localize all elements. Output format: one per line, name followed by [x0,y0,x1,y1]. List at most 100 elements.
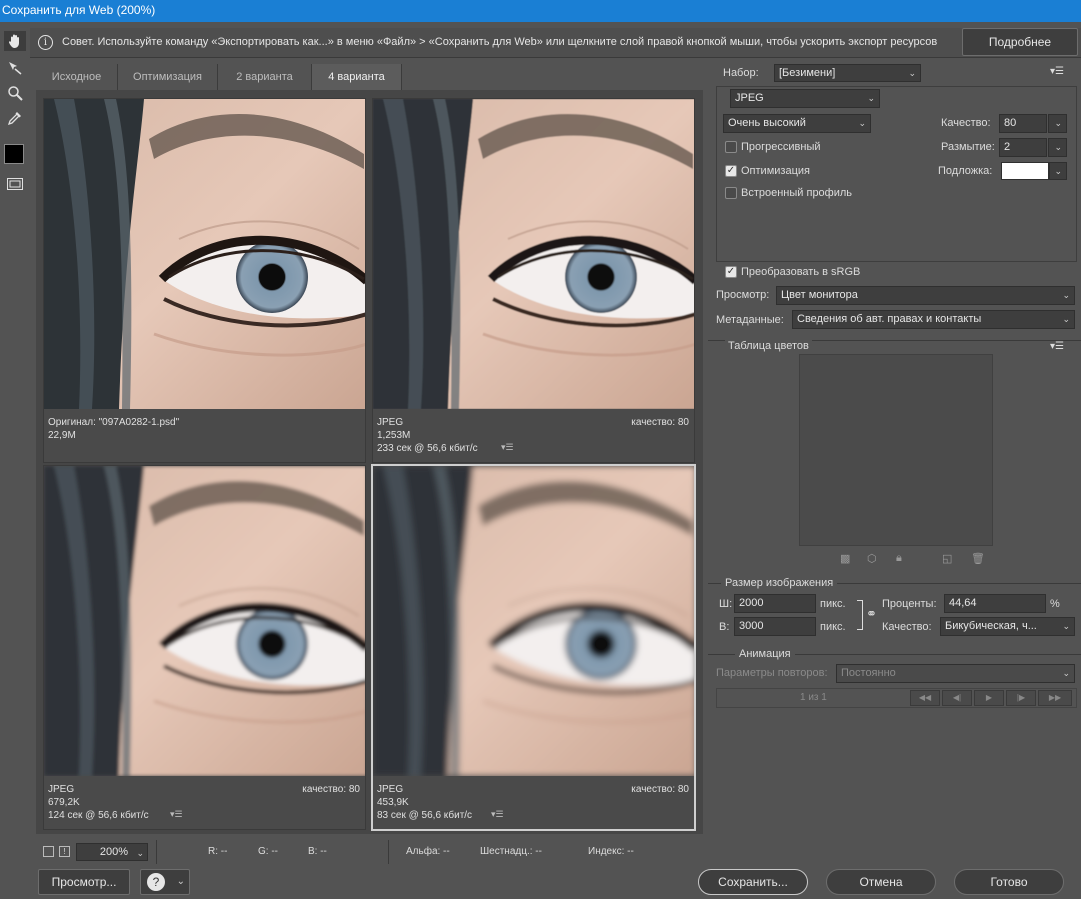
percent-unit: % [1050,598,1060,610]
progressive-checkbox[interactable] [725,141,737,153]
divider [388,840,389,864]
info-icon: i [38,35,53,50]
readout-r: R: -- [208,846,228,857]
matte-dropdown[interactable]: ⌄ [1049,162,1067,180]
first-frame-icon[interactable]: ◀◀ [910,690,940,706]
width-input[interactable]: 2000 [734,594,816,613]
metadata-select[interactable]: Сведения об авт. правах и контакты ⌄ [792,310,1075,329]
pane-info-line2: 1,253M [377,430,411,441]
play-icon[interactable]: ▶ [974,690,1004,706]
window-title: Сохранить для Web (200%) [0,0,1081,22]
view-tabs: Исходное Оптимизация 2 варианта 4 вариан… [36,64,703,90]
map-transparent-icon[interactable]: ▩ [840,552,850,565]
blur-input[interactable]: 2 [999,138,1047,157]
readout-index: Индекс: -- [588,846,634,857]
prev-frame-icon[interactable]: ◀| [942,690,972,706]
pane-quality: качество: 80 [631,417,689,428]
hand-icon[interactable] [4,31,26,51]
chevron-down-icon: ⌄ [1062,621,1070,631]
height-label: В: [719,621,730,633]
embed-profile-checkbox[interactable] [725,187,737,199]
percent-label: Проценты: [882,598,937,610]
more-info-button[interactable]: Подробнее [962,28,1078,56]
preview-image [44,466,365,776]
status-bar: ! 200% ⌄ R: -- G: -- B: -- Альфа: -- Шест… [36,840,703,864]
lock-icon[interactable]: 🔒︎ [896,552,902,565]
toggle-view-icon[interactable] [43,846,54,857]
pane-menu-icon[interactable]: ▾☰ [170,809,183,820]
blur-dropdown[interactable]: ⌄ [1048,138,1067,157]
slice-select-icon[interactable] [4,58,26,78]
link-icon[interactable]: ⚭ [866,606,877,622]
quality-level-select[interactable]: Очень высокий ⌄ [723,114,871,133]
color-table-menu-icon[interactable]: ▾☰ [1050,341,1064,352]
tab-original[interactable]: Исходное [36,64,118,90]
preview-label: Просмотр: [716,289,770,301]
pane-info-line2: 679,2K [48,797,80,808]
chevron-down-icon: ⌄ [1062,668,1070,678]
toggle-view-alt-icon[interactable]: ! [59,846,70,857]
settings-panel: Набор: [Безимени] ⌄ ▾☰ JPEG ⌄ Очень высоки… [708,58,1081,899]
preview-color-select[interactable]: Цвет монитора ⌄ [776,286,1075,305]
color-table-title: Таблица цветов [725,340,812,352]
pane-menu-icon[interactable]: ▾☰ [491,809,504,820]
chevron-down-icon: ⌄ [1054,166,1062,176]
preset-select[interactable]: [Безимени] ⌄ [774,64,921,82]
tip-text: Совет. Используйте команду «Экспортирова… [62,36,938,48]
loop-select[interactable]: Постоянно ⌄ [836,664,1075,683]
new-color-icon[interactable]: ◱ [942,552,952,565]
toggle-slices-icon[interactable] [4,174,26,194]
frame-counter: 1 из 1 [800,692,827,703]
height-input[interactable]: 3000 [734,617,816,636]
zoom-icon[interactable] [4,83,26,103]
zoom-value: 200% [99,846,129,858]
format-select[interactable]: JPEG ⌄ [730,89,880,108]
loop-label: Параметры повторов: [716,667,828,679]
preview-pane-4-selected[interactable]: JPEG качество: 80 453,9K 83 сек @ 56,6 к… [371,464,696,831]
width-label: Ш: [719,598,733,610]
web-snap-icon[interactable]: ⬡ [867,552,877,565]
pane-quality: качество: 80 [302,784,360,795]
tab-4up[interactable]: 4 варианта [312,64,402,90]
pane-info-line3: 233 сек @ 56,6 кбит/с [377,443,478,454]
preview-pane-3[interactable]: JPEG качество: 80 679,2K 124 сек @ 56,6 … [43,465,366,830]
browser-select-button[interactable]: ? ⌄ [140,869,190,895]
tip-bar: i Совет. Используйте команду «Экспортиро… [30,28,1081,58]
preview-pane-2[interactable]: JPEG качество: 80 1,253M 233 сек @ 56,6 … [372,98,695,463]
resample-quality-select[interactable]: Бикубическая, ч... ⌄ [940,617,1075,636]
tool-column [0,28,30,228]
optimized-checkbox[interactable]: ✓ [725,165,737,177]
readout-b: B: -- [308,846,327,857]
format-value: JPEG [735,92,764,104]
matte-label: Подложка: [938,165,993,177]
tab-2up[interactable]: 2 варианта [218,64,312,90]
preview-pane-original[interactable]: Оригинал: "097A0282-1.psd" 22,9M [43,98,366,463]
width-unit: пикс. [820,598,846,610]
quality-dropdown[interactable]: ⌄ [1048,114,1067,133]
color-table[interactable] [799,354,993,546]
panel-menu-icon[interactable]: ▾☰ [1050,66,1064,77]
zoom-select[interactable]: 200% ⌄ [76,843,148,861]
last-frame-icon[interactable]: ▶▶ [1038,690,1072,706]
chevron-down-icon: ⌄ [1062,290,1070,300]
save-button[interactable]: Сохранить... [698,869,808,895]
chevron-down-icon: ⌄ [908,68,916,78]
pane-menu-icon[interactable]: ▾☰ [501,442,514,453]
cancel-button[interactable]: Отмена [826,869,936,895]
divider [156,840,157,864]
tab-optimized[interactable]: Оптимизация [118,64,218,90]
done-button[interactable]: Готово [954,869,1064,895]
preview-color-value: Цвет монитора [781,289,858,301]
pane-info-line1: JPEG [377,784,404,795]
trash-icon[interactable]: 🗑︎ [971,552,985,565]
quality-input[interactable]: 80 [999,114,1047,133]
preview-in-browser-button[interactable]: Просмотр... [38,869,130,895]
percent-input[interactable]: 44,64 [944,594,1046,613]
convert-srgb-checkbox[interactable]: ✓ [725,266,737,278]
chevron-down-icon: ⌄ [1054,118,1062,128]
next-frame-icon[interactable]: |▶ [1006,690,1036,706]
eyedropper-color-swatch[interactable] [4,144,24,164]
convert-srgb-label: Преобразовать в sRGB [741,266,861,278]
eyedropper-icon[interactable] [4,108,26,128]
matte-color-swatch[interactable] [1001,162,1049,180]
